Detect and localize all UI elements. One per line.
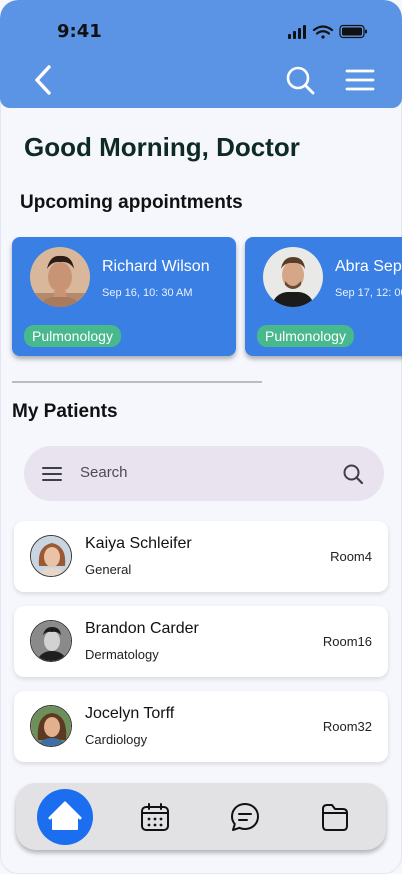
back-arrow-icon[interactable] (30, 64, 58, 96)
appointment-time: Sep 17, 12: 00 (335, 287, 402, 299)
patient-name: Kaiya Schleifer (85, 535, 192, 552)
specialty-tag: Pulmonology (24, 325, 121, 347)
avatar (30, 247, 90, 307)
bottom-nav (16, 783, 386, 850)
app-header: 9:41 (0, 0, 402, 108)
menu-icon[interactable] (344, 66, 376, 94)
patient-department: Dermatology (85, 647, 159, 662)
section-divider (12, 381, 262, 383)
patient-room: Room4 (330, 549, 372, 564)
avatar (30, 705, 72, 747)
home-icon (48, 801, 82, 830)
upcoming-title: Upcoming appointments (20, 192, 243, 213)
chat-icon[interactable] (229, 801, 261, 833)
patient-card[interactable]: Brandon Carder Dermatology Room16 (14, 606, 388, 677)
calendar-icon[interactable] (139, 801, 171, 833)
nav-home-button[interactable] (37, 789, 93, 845)
patients-title: My Patients (12, 401, 118, 422)
appointment-name: Abra Sep (335, 258, 402, 275)
greeting-title: Good Morning, Doctor (24, 132, 300, 162)
patient-card[interactable]: Jocelyn Torff Cardiology Room32 (14, 691, 388, 762)
search-icon[interactable] (284, 64, 316, 96)
search-icon[interactable] (342, 463, 364, 485)
phone-screen: 9:41 Good Morning, Doctor Upcoming appoi… (0, 0, 402, 874)
appointment-card[interactable]: Richard Wilson Sep 16, 10: 30 AM Pulmono… (12, 237, 236, 356)
appointment-name: Richard Wilson (102, 258, 210, 275)
status-icons (288, 24, 367, 39)
avatar (263, 247, 323, 307)
patient-room: Room16 (322, 634, 372, 649)
patient-department: General (85, 562, 132, 577)
specialty-tag: Pulmonology (257, 325, 354, 347)
avatar (30, 535, 72, 577)
status-time: 9:41 (57, 21, 102, 42)
patient-name: Jocelyn Torff (85, 705, 175, 722)
folder-icon[interactable] (319, 801, 351, 833)
signal-icon (288, 25, 306, 39)
patient-room: Room32 (322, 719, 372, 734)
search-input[interactable]: Search (80, 464, 128, 481)
menu-icon[interactable] (42, 466, 62, 482)
patient-card[interactable]: Kaiya Schleifer General Room4 (14, 521, 388, 592)
avatar (30, 620, 72, 662)
appointment-card[interactable]: Abra Sep Sep 17, 12: 00 Pulmonology (245, 237, 402, 356)
patient-name: Brandon Carder (85, 620, 199, 637)
battery-icon (339, 24, 367, 39)
patient-search-bar[interactable]: Search (24, 446, 384, 501)
appointment-time: Sep 16, 10: 30 AM (102, 287, 193, 299)
wifi-icon (312, 25, 334, 39)
patient-department: Cardiology (85, 732, 148, 747)
